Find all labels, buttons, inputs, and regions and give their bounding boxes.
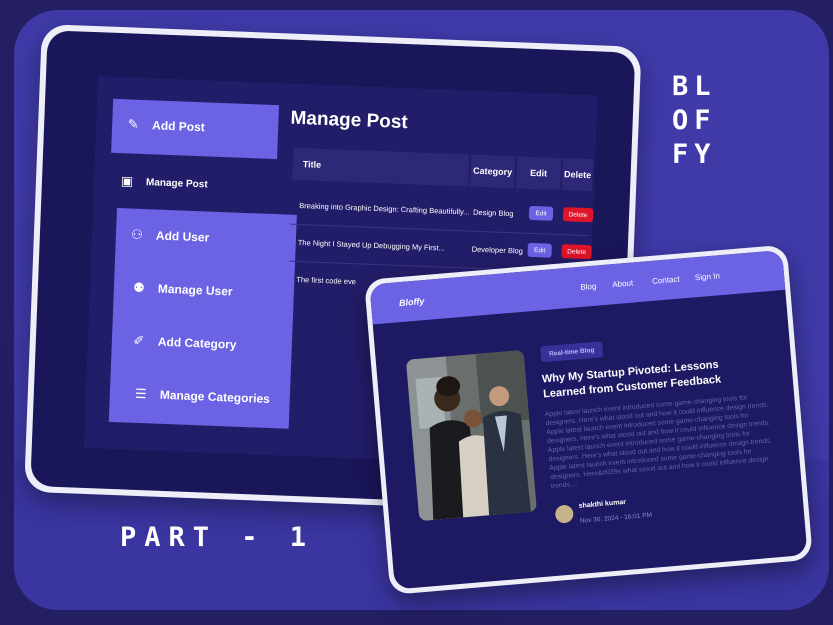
sidebar-item-add-post[interactable]: ✎ Add Post <box>111 98 280 160</box>
pencil-icon: ✎ <box>127 116 139 132</box>
edit-button[interactable]: Edit <box>527 242 552 258</box>
sidebar-item-label: Add Post <box>151 118 206 135</box>
sidebar-item-label: Add User <box>155 228 210 245</box>
blog-screen: Bloffy Blog About Contact Sign In Real-t… <box>369 249 808 590</box>
post-excerpt: Apple latest launch event introduced som… <box>544 394 772 491</box>
part-caption: PART - 1 <box>120 522 315 553</box>
nav-link-contact[interactable]: Contact <box>652 275 680 286</box>
post-date: Nov 30, 2024 - 16:01 PM <box>579 511 653 525</box>
nav-link-blog[interactable]: Blog <box>580 282 597 292</box>
brand-line-3: FY <box>672 139 717 170</box>
brand-line-2: OF <box>672 105 717 136</box>
brand-line-1: BL <box>672 71 717 102</box>
column-header-edit: Edit <box>516 156 562 191</box>
post-title-cell: Breaking into Graphic Design: Crafting B… <box>299 201 470 217</box>
post-category-cell: Design Blog <box>472 207 514 219</box>
post-title-cell: The first code eve <box>296 274 357 287</box>
category-badge[interactable]: Real-time Blog <box>540 341 604 363</box>
edit-button[interactable]: Edit <box>528 205 554 221</box>
sidebar-item-add-user[interactable]: ⚇ Add User <box>130 227 210 246</box>
brand-logo-text: BL OF FY <box>672 70 726 172</box>
sidebar-item-manage-categories[interactable]: ☰ Manage Categories <box>134 386 271 407</box>
sidebar-item-add-category[interactable]: ✐ Add Category <box>132 333 237 353</box>
sidebar-item-label: Manage Post <box>145 176 208 190</box>
image-icon: ▣ <box>120 173 134 189</box>
column-header-delete: Delete <box>562 158 594 192</box>
nav-link-about[interactable]: About <box>612 279 634 290</box>
sidebar-item-label: Manage User <box>157 281 233 299</box>
author-name[interactable]: shakthi kumar <box>578 499 626 510</box>
column-header-category: Category <box>470 154 516 189</box>
add-user-icon: ⚇ <box>130 226 144 243</box>
edit-square-icon: ✐ <box>133 332 145 349</box>
sidebar-item-manage-user[interactable]: ⚉ Manage User <box>132 280 233 300</box>
page-title: Manage Post <box>290 107 409 134</box>
post-category-cell: Developer Blog <box>471 244 524 256</box>
people-illustration-icon <box>405 349 537 522</box>
blog-logo[interactable]: Bloffy <box>399 296 425 308</box>
sidebar-item-label: Add Category <box>157 334 237 352</box>
sidebar-item-manage-post[interactable]: ▣ Manage Post <box>120 173 208 192</box>
post-image[interactable] <box>405 349 537 522</box>
avatar <box>554 504 575 524</box>
list-icon: ☰ <box>134 385 147 402</box>
delete-button[interactable]: Delete <box>562 207 594 223</box>
nav-link-sign-in[interactable]: Sign In <box>695 271 721 282</box>
sidebar-user-category-group: ⚇ Add User ⚉ Manage User ✐ Add Category … <box>108 208 297 429</box>
column-header-title: Title <box>292 147 470 187</box>
users-icon: ⚉ <box>132 279 146 296</box>
sidebar-item-label: Manage Categories <box>159 387 271 407</box>
blog-tablet: Bloffy Blog About Contact Sign In Real-t… <box>364 244 813 595</box>
post-title-cell: The Night I Stayed Up Debugging My First… <box>297 237 446 253</box>
delete-button[interactable]: Delete <box>561 244 592 260</box>
